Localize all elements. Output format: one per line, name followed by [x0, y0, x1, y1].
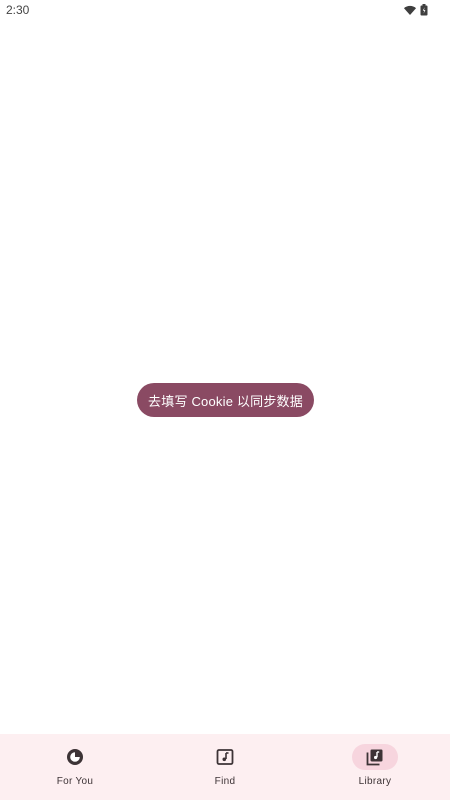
fill-cookie-button[interactable]: 去填写 Cookie 以同步数据 — [137, 383, 314, 417]
nav-active-indicator — [352, 744, 398, 770]
status-bar: 2:30 — [0, 0, 450, 20]
status-icons — [398, 4, 428, 16]
status-time: 2:30 — [6, 3, 30, 17]
nav-icon-container — [52, 744, 98, 770]
nav-item-for-you[interactable]: For You — [0, 734, 150, 800]
wifi-icon — [404, 5, 416, 15]
library-music-icon — [366, 749, 383, 766]
main-content — [0, 20, 450, 733]
for-you-icon — [67, 749, 83, 765]
nav-label-library: Library — [358, 776, 392, 787]
battery-icon — [420, 4, 428, 16]
nav-icon-container — [202, 744, 248, 770]
nav-item-library[interactable]: Library — [300, 734, 450, 800]
nav-label-find: Find — [214, 776, 236, 787]
nav-item-find[interactable]: Find — [150, 734, 300, 800]
nav-label-for-you: For You — [56, 776, 94, 787]
music-note-square-icon — [216, 749, 234, 765]
bottom-navigation: For You Find Library — [0, 734, 450, 800]
